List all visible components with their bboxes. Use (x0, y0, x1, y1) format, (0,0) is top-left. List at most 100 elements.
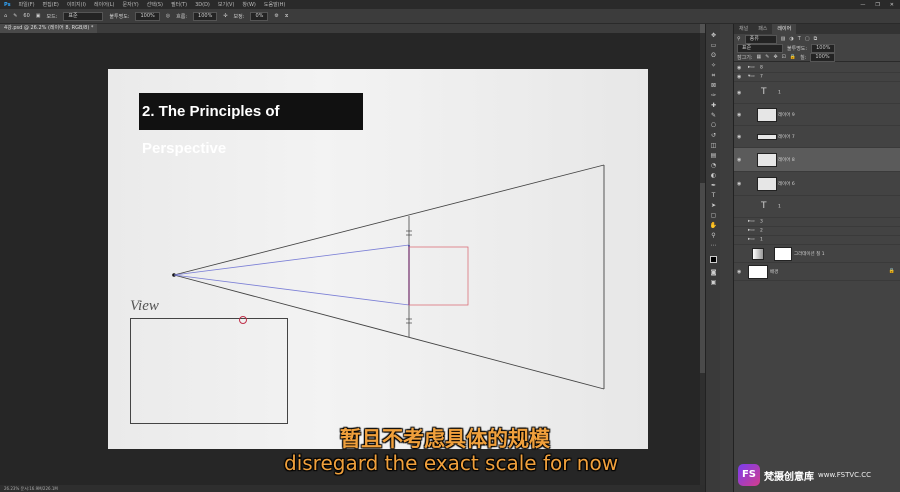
layer-name: 그라데이션 칠 1 (794, 251, 825, 257)
blend-mode-select[interactable]: 표준 (737, 44, 783, 53)
dodge-tool-icon[interactable]: ◐ (709, 172, 718, 179)
brush-tool-active-icon[interactable]: ✎ (709, 112, 718, 119)
mode-select[interactable]: 표준 (63, 11, 104, 21)
lock-move-icon[interactable]: ✥ (773, 54, 777, 60)
menu-item-help[interactable]: 도움말(H) (260, 1, 289, 8)
brush-size[interactable]: 60 (23, 13, 29, 19)
airbrush-icon[interactable]: ✣ (223, 13, 227, 19)
layer-row-group[interactable]: ◉ ▾▭ 7 (734, 73, 900, 82)
visibility-eye-icon[interactable]: ◉ (737, 269, 741, 275)
menu-item-edit[interactable]: 편집(E) (39, 1, 63, 8)
visibility-eye-icon[interactable]: ◉ (737, 112, 741, 118)
gradient-tool-icon[interactable]: ▤ (709, 152, 718, 159)
visibility-eye-icon[interactable]: ◉ (737, 90, 741, 96)
filter-shape-icon[interactable]: ▢ (805, 36, 810, 42)
layer-row-group[interactable]: ▸▭ 3 (734, 218, 900, 227)
tab-paths[interactable]: 패스 (753, 24, 772, 34)
ps-logo-icon[interactable]: Ps (0, 2, 15, 8)
layer-row-group[interactable]: ▸▭ 2 (734, 227, 900, 236)
layer-opacity-label: 불투명도: (787, 46, 808, 52)
move-tool-icon[interactable]: ✥ (709, 32, 718, 39)
lock-all-icon[interactable]: 🔒 (790, 54, 796, 60)
minimize-icon[interactable]: — (860, 2, 865, 8)
eyedropper-tool-icon[interactable]: ✑ (709, 92, 718, 99)
tab-layers[interactable]: 레이어 (772, 24, 797, 34)
menu-item-layer[interactable]: 레이어(L) (90, 1, 119, 8)
view-label: View (130, 298, 159, 314)
lock-draw-icon[interactable]: ✎ (765, 54, 769, 60)
healing-tool-icon[interactable]: ✚ (709, 102, 718, 109)
more-tools-icon[interactable]: ⋯ (709, 242, 718, 249)
layer-mask-thumbnail (774, 246, 792, 261)
filter-type-icon[interactable]: T (798, 36, 801, 42)
clone-stamp-tool-icon[interactable]: ⎔ (709, 122, 718, 129)
history-brush-tool-icon[interactable]: ↺ (709, 132, 718, 139)
document-tab[interactable]: 4강.psd @ 26.2% (레이어 8, RGB/8) * (0, 24, 98, 33)
marquee-tool-icon[interactable]: ▭ (709, 42, 718, 49)
layer-row[interactable]: ◉ 레이어 9 (734, 104, 900, 126)
close-icon[interactable]: ✕ (890, 2, 894, 8)
lock-artboard-icon[interactable]: ⊡ (782, 54, 786, 60)
layer-name: 레이어 8 (778, 157, 795, 163)
flow-input[interactable]: 100% (193, 11, 218, 21)
layer-filter-row: ⚲ 종류 ▨ ◑ T ▢ ⧉ (734, 34, 900, 44)
symmetry-icon[interactable]: ⧖ (285, 13, 289, 19)
document-canvas[interactable]: 2. The Principles of Perspective View (108, 69, 648, 449)
layer-row-group[interactable]: ◉ ▸▭ 8 (734, 64, 900, 73)
menu-item-view[interactable]: 보기(V) (214, 1, 239, 8)
menu-item-3d[interactable]: 3D(D) (191, 2, 214, 8)
pen-tool-icon[interactable]: ✒ (709, 182, 718, 189)
menu-item-window[interactable]: 창(W) (238, 1, 259, 8)
menu-item-filter[interactable]: 필터(T) (167, 1, 191, 8)
layer-row[interactable]: ◉ 레이어 6 (734, 172, 900, 196)
layer-row-background[interactable]: ◉ 배경 🔒 (734, 263, 900, 281)
quick-mask-icon[interactable]: ◙ (709, 269, 718, 276)
home-icon[interactable]: ⌂ (4, 13, 7, 19)
hand-tool-icon[interactable]: ✋ (709, 222, 718, 229)
visibility-eye-icon[interactable]: ◉ (737, 134, 741, 140)
visibility-eye-icon[interactable]: ◉ (737, 181, 741, 187)
filter-kind-select[interactable]: 종류 (744, 34, 777, 44)
brush-tool-icon[interactable]: ✎ (13, 13, 17, 19)
frame-tool-icon[interactable]: ⊠ (709, 82, 718, 89)
filter-adjust-icon[interactable]: ◑ (789, 36, 793, 42)
shape-tool-icon[interactable]: ▢ (709, 212, 718, 219)
layer-row[interactable]: ◉ 레이어 7 (734, 126, 900, 148)
gear-icon[interactable]: ⚙ (274, 13, 278, 19)
lock-pixels-icon[interactable]: ▦ (757, 54, 762, 60)
brush-settings-icon[interactable]: ▣ (36, 13, 41, 19)
layer-row-text[interactable]: T 1 (734, 196, 900, 218)
blur-tool-icon[interactable]: ◔ (709, 162, 718, 169)
layer-row-text[interactable]: ◉ T 1 (734, 82, 900, 104)
zoom-tool-icon[interactable]: ⚲ (709, 232, 718, 239)
smoothing-input[interactable]: 0% (250, 11, 269, 21)
visibility-eye-icon[interactable]: ◉ (737, 157, 741, 163)
opacity-input[interactable]: 100% (135, 11, 160, 21)
eraser-tool-icon[interactable]: ◫ (709, 142, 718, 149)
visibility-eye-icon[interactable]: ◉ (737, 65, 741, 71)
opacity-label: 불투명도: (109, 13, 130, 20)
tab-channels[interactable]: 채널 (734, 24, 753, 34)
layer-row-selected[interactable]: ◉ 레이어 8 (734, 148, 900, 172)
layer-row-group[interactable]: ▸▭ 1 (734, 236, 900, 245)
fill-input[interactable]: 100% (810, 52, 835, 62)
pressure-opacity-icon[interactable]: ◎ (166, 13, 170, 19)
path-select-tool-icon[interactable]: ➤ (709, 202, 718, 209)
restore-icon[interactable]: ❐ (875, 2, 879, 8)
type-tool-icon[interactable]: T (709, 192, 718, 199)
visibility-eye-icon[interactable]: ◉ (737, 74, 741, 80)
folder-icon: ▾▭ (748, 74, 755, 79)
layer-row-fill[interactable]: 그라데이션 칠 1 (734, 245, 900, 263)
screen-mode-icon[interactable]: ▣ (709, 279, 718, 286)
menu-item-file[interactable]: 파일(F) (15, 1, 39, 8)
menu-item-image[interactable]: 이미지(I) (63, 1, 90, 8)
filter-pixel-icon[interactable]: ▨ (781, 36, 786, 42)
filter-smart-icon[interactable]: ⧉ (814, 36, 818, 42)
lasso-tool-icon[interactable]: ʘ (709, 52, 718, 59)
color-swatches-icon[interactable] (709, 256, 718, 263)
menu-item-type[interactable]: 문자(Y) (119, 1, 143, 8)
quick-select-tool-icon[interactable]: ✧ (709, 62, 718, 69)
status-bar: 26.23% 문서:16.9M/226.1M (0, 485, 705, 492)
crop-tool-icon[interactable]: ⌗ (709, 72, 718, 79)
menu-item-select[interactable]: 선택(S) (143, 1, 167, 8)
